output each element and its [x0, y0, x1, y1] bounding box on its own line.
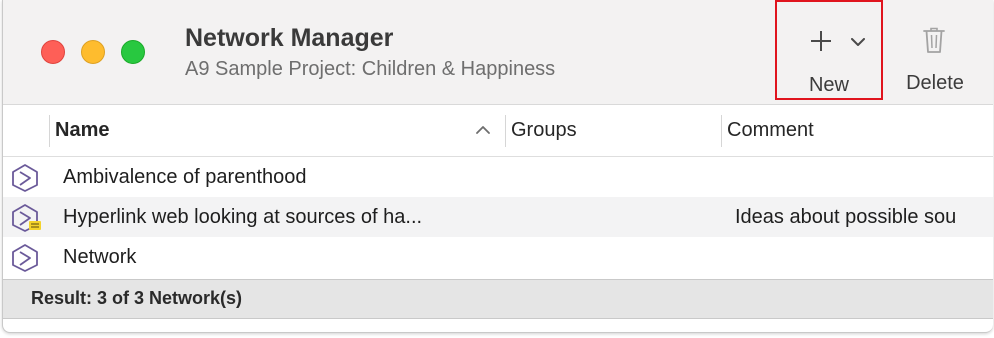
column-divider[interactable]	[505, 115, 506, 147]
column-header-groups[interactable]: Groups	[511, 119, 577, 142]
table-row[interactable]: Ambivalence of parenthood	[3, 157, 993, 197]
delete-button[interactable]: Delete	[893, 0, 977, 100]
column-header-name[interactable]: Name	[55, 119, 109, 142]
new-button[interactable]: New	[775, 0, 883, 100]
network-icon	[12, 164, 38, 192]
column-divider[interactable]	[721, 115, 722, 147]
network-name: Ambivalence of parenthood	[63, 166, 307, 188]
network-name: Network	[63, 246, 137, 268]
chevron-down-icon[interactable]	[851, 38, 865, 47]
window-subtitle: A9 Sample Project: Children & Happiness	[185, 58, 556, 80]
window-title: Network Manager	[185, 24, 394, 52]
result-count: Result: 3 of 3 Network(s)	[31, 288, 243, 308]
sort-ascending-icon[interactable]	[476, 125, 490, 134]
column-header-comment[interactable]: Comment	[727, 119, 814, 142]
network-list: Ambivalence of parenthood Hyperlink web …	[3, 157, 993, 277]
plus-icon	[811, 31, 831, 51]
close-window-button[interactable]	[41, 40, 65, 64]
memo-icon	[29, 221, 41, 230]
zoom-window-button[interactable]	[121, 40, 145, 64]
status-bar: Result: 3 of 3 Network(s)	[3, 279, 993, 319]
table-header: Name Groups Comment	[3, 105, 993, 157]
minimize-window-button[interactable]	[81, 40, 105, 64]
network-icon	[12, 244, 38, 272]
network-name: Hyperlink web looking at sources of ha..…	[63, 206, 423, 228]
column-divider[interactable]	[49, 115, 50, 147]
network-manager-window: Network Manager A9 Sample Project: Child…	[2, 0, 993, 333]
title-bar: Network Manager A9 Sample Project: Child…	[3, 0, 993, 105]
table-row[interactable]: Network	[3, 237, 993, 277]
network-comment: Ideas about possible sou	[735, 206, 957, 228]
trash-icon	[923, 27, 945, 53]
table-row[interactable]: Hyperlink web looking at sources of ha..…	[3, 197, 993, 237]
delete-button-label: Delete	[906, 72, 964, 94]
new-button-label: New	[808, 74, 849, 96]
